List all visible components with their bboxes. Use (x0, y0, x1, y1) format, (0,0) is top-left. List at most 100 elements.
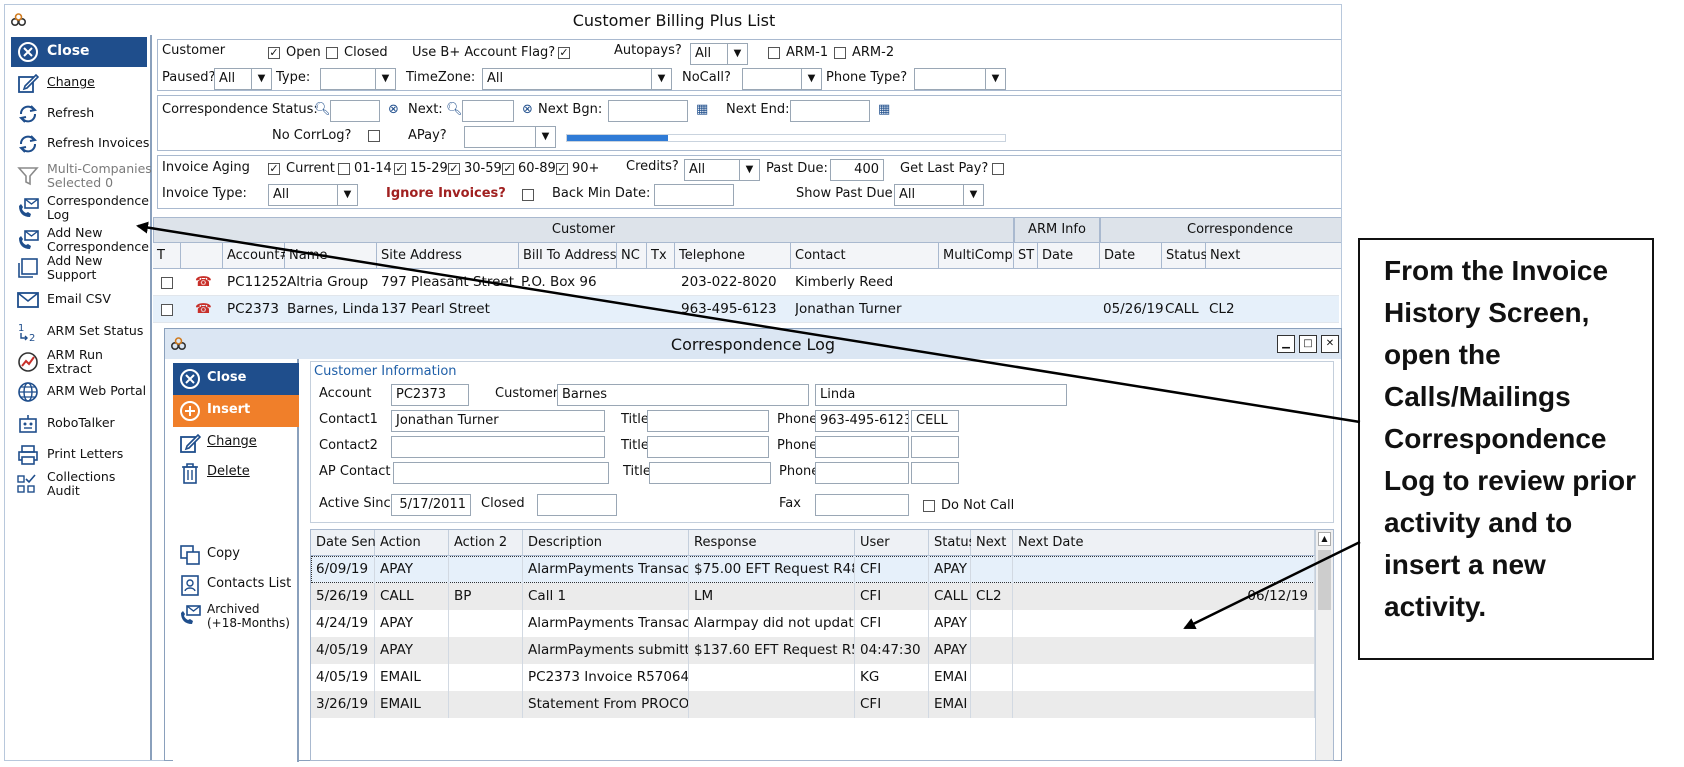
log-scrollbar[interactable]: ▲ (1315, 530, 1333, 760)
child-delete-button[interactable]: Delete (173, 457, 299, 489)
sidebar-close-button[interactable]: Close (11, 37, 147, 67)
table-row[interactable]: ☎ PC2373 Barnes, Linda 137 Pearl Street … (153, 296, 1339, 323)
table-row[interactable]: ☎ PC11252 Altria Group 797 Pleasant Stre… (153, 269, 1339, 296)
arm1-checkbox[interactable] (768, 47, 780, 59)
grid-header-flag[interactable] (181, 243, 223, 269)
phone2-type-field[interactable] (911, 436, 959, 458)
search-icon[interactable]: 🔍︎ (446, 102, 463, 117)
show-past-due-select[interactable]: All ▼ (894, 184, 984, 206)
child-close-button[interactable]: Close (173, 363, 299, 395)
log-header-next-date[interactable]: Next Date (1013, 530, 1315, 556)
past-due-input[interactable]: 400 (830, 159, 884, 181)
row-checkbox[interactable] (161, 277, 173, 289)
child-copy-button[interactable]: Copy (173, 539, 299, 571)
contact1-field[interactable]: Jonathan Turner (391, 410, 605, 432)
aging-30-59-checkbox[interactable]: ✓ (448, 163, 460, 175)
back-min-date-input[interactable] (654, 184, 734, 206)
do-not-call-checkbox[interactable] (923, 500, 935, 512)
log-header-status[interactable]: Status (929, 530, 975, 556)
log-header-user[interactable]: User (855, 530, 929, 556)
log-row[interactable]: 3/26/19 EMAIL Statement From PROCOM CFI … (311, 691, 1315, 718)
fax-field[interactable] (815, 494, 909, 516)
aging-90-checkbox[interactable]: ✓ (556, 163, 568, 175)
active-since-field[interactable]: 5/17/2011 (391, 494, 471, 516)
sidebar-add-correspondence-button[interactable]: Add New Correspondence (11, 225, 149, 255)
no-corrlog-checkbox[interactable] (368, 130, 380, 142)
phone3-type-field[interactable] (911, 462, 959, 484)
contact2-field[interactable] (391, 436, 605, 458)
grid-header-status[interactable]: Status (1162, 243, 1207, 269)
minimize-button[interactable]: ▁ (1277, 335, 1295, 353)
use-b-account-checkbox[interactable]: ✓ (558, 47, 570, 59)
log-row[interactable]: 6/09/19 APAY AlarmPayments Transaction $… (311, 556, 1315, 583)
log-row[interactable]: 4/05/19 APAY AlarmPayments submitted $13… (311, 637, 1315, 664)
clear-icon[interactable]: ⊗ (522, 102, 533, 117)
child-contacts-list-button[interactable]: Contacts List (173, 569, 299, 601)
get-last-pay-checkbox[interactable] (992, 163, 1004, 175)
nocall-select[interactable]: ▼ (742, 68, 822, 90)
calendar-icon[interactable]: ▦ (878, 102, 890, 117)
close-window-button[interactable]: ✕ (1321, 335, 1339, 353)
grid-header-st[interactable]: ST (1014, 243, 1038, 269)
sidebar-arm-set-status-button[interactable]: 12 ARM Set Status (11, 317, 147, 347)
sidebar-correspondence-log-button[interactable]: Correspondence Log (11, 193, 149, 223)
timezone-select[interactable]: All ▼ (482, 68, 672, 90)
grid-header-multicomp[interactable]: MultiComp (939, 243, 1014, 269)
next-input[interactable] (462, 100, 514, 122)
child-change-button[interactable]: Change (173, 427, 299, 459)
grid-header-bill-to[interactable]: Bill To Address (519, 243, 617, 269)
aging-60-89-checkbox[interactable]: ✓ (502, 163, 514, 175)
search-icon[interactable]: 🔍︎ (314, 102, 331, 117)
next-bgn-input[interactable] (608, 100, 688, 122)
row-checkbox[interactable] (161, 304, 173, 316)
grid-header-corr-date[interactable]: Date (1100, 243, 1162, 269)
invoice-type-select[interactable]: All ▼ (268, 184, 358, 206)
sidebar-refresh-invoices-button[interactable]: Refresh Invoices (11, 129, 149, 159)
phone3-field[interactable] (815, 462, 909, 484)
log-header-description[interactable]: Description (523, 530, 689, 556)
aging-01-14-checkbox[interactable] (338, 163, 350, 175)
child-archived-button[interactable]: Archived (+18-Months) (173, 599, 299, 631)
grid-header-contact[interactable]: Contact (791, 243, 939, 269)
grid-header-site-address[interactable]: Site Address (377, 243, 519, 269)
sidebar-email-csv-button[interactable]: Email CSV (11, 285, 147, 315)
last-name-field[interactable]: Barnes (557, 384, 809, 406)
log-row[interactable]: 4/24/19 APAY AlarmPayments Transaction A… (311, 610, 1315, 637)
type-select[interactable]: ▼ (320, 68, 396, 90)
clear-icon[interactable]: ⊗ (388, 102, 399, 117)
sidebar-arm-run-extract-button[interactable]: ARM Run Extract (11, 347, 147, 377)
first-name-field[interactable]: Linda (815, 384, 1067, 406)
phone2-field[interactable] (815, 436, 909, 458)
current-checkbox[interactable]: ✓ (268, 163, 280, 175)
phone1-type-field[interactable]: CELL (911, 410, 959, 432)
sidebar-collections-audit-button[interactable]: Collections Audit (11, 469, 147, 499)
ap-contact-field[interactable] (393, 462, 609, 484)
scroll-thumb[interactable] (1318, 550, 1331, 610)
phone1-field[interactable]: 963-495-6123 (815, 410, 909, 432)
calendar-icon[interactable]: ▦ (696, 102, 708, 117)
grid-header-account[interactable]: Account# (223, 243, 290, 269)
log-header-next[interactable]: Next (971, 530, 1013, 556)
log-header-action[interactable]: Action (375, 530, 449, 556)
log-row[interactable]: 4/05/19 EMAIL PC2373 Invoice R57064 MA K… (311, 664, 1315, 691)
next-end-input[interactable] (790, 100, 870, 122)
open-checkbox[interactable]: ✓ (268, 47, 280, 59)
title3-field[interactable] (649, 462, 771, 484)
maximize-button[interactable]: □ (1299, 335, 1317, 353)
child-insert-button[interactable]: Insert (173, 395, 299, 427)
title1-field[interactable] (647, 410, 769, 432)
sidebar-multi-companies-button[interactable]: Multi-Companies Selected 0 (11, 161, 152, 191)
closed-checkbox[interactable] (326, 47, 338, 59)
sidebar-print-letters-button[interactable]: Print Letters (11, 440, 147, 470)
sidebar-change-button[interactable]: Change (11, 68, 147, 98)
sidebar-add-support-button[interactable]: Add New Support (11, 253, 147, 283)
phone-type-select[interactable]: ▼ (914, 68, 1006, 90)
grid-header-next[interactable]: Next (1206, 243, 1341, 269)
grid-header-arm-date[interactable]: Date (1038, 243, 1100, 269)
grid-header-t[interactable]: T (153, 243, 181, 269)
arm2-checkbox[interactable] (834, 47, 846, 59)
grid-header-tx[interactable]: Tx (647, 243, 675, 269)
grid-header-nc[interactable]: NC (617, 243, 647, 269)
aging-15-29-checkbox[interactable]: ✓ (394, 163, 406, 175)
ignore-invoices-checkbox[interactable] (522, 189, 534, 201)
